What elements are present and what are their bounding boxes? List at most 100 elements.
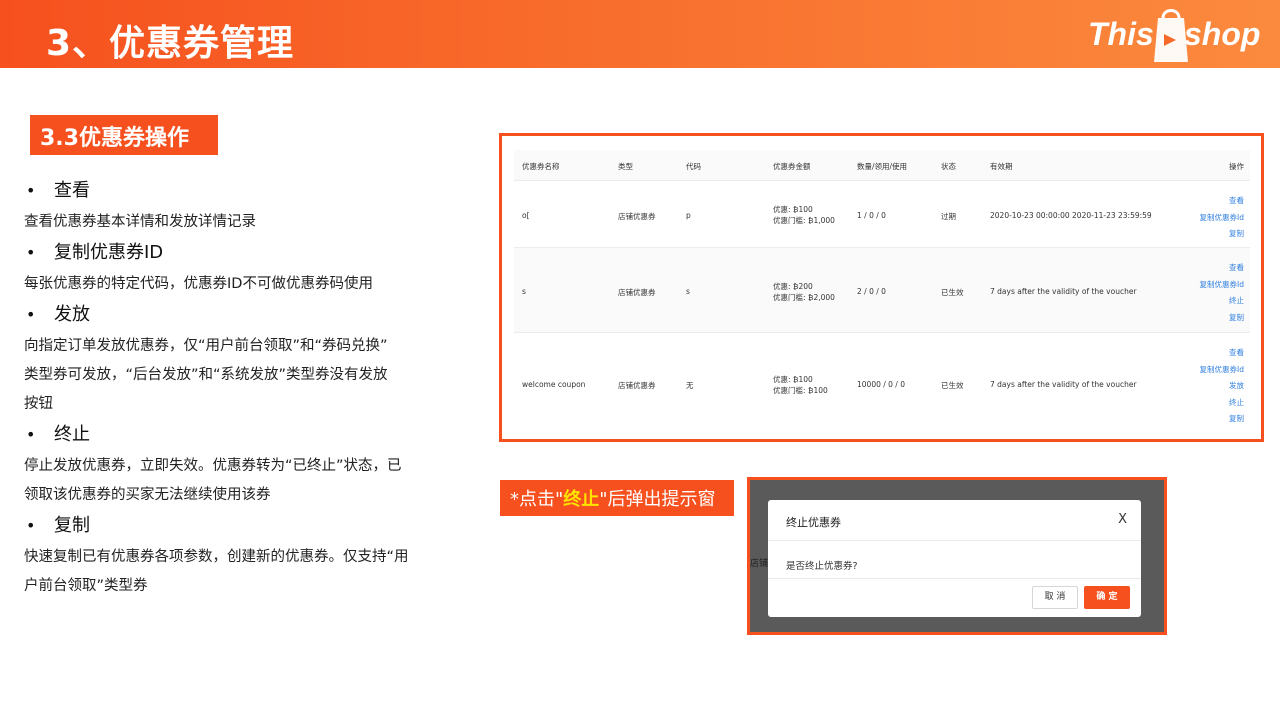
- operation-desc: 每张优惠券的特定代码，优惠券ID不可做优惠券码使用: [24, 276, 373, 292]
- bullet: •: [26, 305, 36, 324]
- amount-threshold: 优惠门槛: ₿1,000: [773, 216, 835, 225]
- cell-status: 过期: [941, 212, 956, 221]
- amount-discount: 优惠: ₿100: [773, 375, 813, 384]
- action-issue-link[interactable]: 发放: [1200, 378, 1244, 395]
- operation-item: • 复制优惠券ID 每张优惠券的特定代码，优惠券ID不可做优惠券码使用: [24, 240, 480, 299]
- bullet: •: [26, 243, 36, 262]
- confirm-button[interactable]: 确 定: [1084, 586, 1130, 609]
- action-copy-id-link[interactable]: 复制优惠券Id: [1200, 362, 1244, 379]
- action-duplicate-link[interactable]: 复制: [1200, 411, 1244, 428]
- desc-line: 快速复制已有优惠券各项参数，创建新的优惠券。仅支持“用: [24, 549, 409, 565]
- logo-text-shop: shop: [1184, 16, 1261, 52]
- cancel-button[interactable]: 取 消: [1032, 586, 1078, 609]
- amount-discount: 优惠: ₿200: [773, 282, 813, 291]
- cell-qty: 1 / 0 / 0: [857, 211, 886, 220]
- cell-qty: 10000 / 0 / 0: [857, 380, 905, 389]
- background-text: 店铺: [750, 559, 769, 569]
- cell-validity: 7 days after the validity of the voucher: [990, 380, 1137, 389]
- dialog-message: 是否终止优惠券?: [786, 561, 858, 572]
- dialog-title: 终止优惠券: [786, 516, 841, 529]
- action-duplicate-link[interactable]: 复制: [1200, 310, 1244, 327]
- bullet: •: [26, 181, 36, 200]
- table-header: 优惠券名称 类型 代码 优惠券金额 数量/领用/使用 状态 有效期 操作: [514, 150, 1250, 180]
- action-view-link[interactable]: 查看: [1200, 193, 1244, 210]
- cell-name: o[: [522, 211, 530, 220]
- col-header-qty: 数量/领用/使用: [857, 162, 908, 171]
- col-header-status: 状态: [941, 162, 956, 171]
- close-icon[interactable]: X: [1118, 512, 1127, 527]
- operation-desc: 快速复制已有优惠券各项参数，创建新的优惠券。仅支持“用 户前台领取”类型券: [24, 543, 480, 601]
- cell-type: 店铺优惠券: [618, 212, 656, 221]
- action-copy-id-link[interactable]: 复制优惠券Id: [1200, 210, 1244, 227]
- amount-threshold: 优惠门槛: ₿100: [773, 386, 828, 395]
- desc-line: 向指定订单发放优惠券，仅“用户前台领取”和“券码兑换”: [24, 338, 388, 354]
- desc-line: 类型券可发放，“后台发放”和“系统发放”类型券没有发放: [24, 367, 388, 383]
- logo-text-this: This: [1088, 16, 1154, 52]
- coupon-table: 优惠券名称 类型 代码 优惠券金额 数量/领用/使用 状态 有效期 操作 o[ …: [514, 150, 1250, 434]
- divider: [768, 540, 1141, 541]
- col-header-amount: 优惠券金额: [773, 162, 811, 171]
- cell-code: s: [686, 287, 690, 296]
- cell-code: 无: [686, 381, 694, 390]
- operation-title: 终止: [54, 424, 90, 445]
- cell-actions: 查看 复制优惠券Id 复制: [1200, 193, 1244, 243]
- cell-actions: 查看 复制优惠券Id 终止 复制: [1200, 260, 1244, 326]
- section-tag: 3.3优惠券操作: [30, 115, 218, 155]
- action-view-link[interactable]: 查看: [1200, 260, 1244, 277]
- action-duplicate-link[interactable]: 复制: [1200, 226, 1244, 243]
- cell-name: welcome coupon: [522, 380, 586, 389]
- note-label: *点击"终止"后弹出提示窗: [500, 480, 734, 516]
- operation-title: 发放: [54, 304, 90, 325]
- col-header-code: 代码: [686, 162, 701, 171]
- col-header-name: 优惠券名称: [522, 162, 560, 171]
- operation-item: • 查看 查看优惠券基本详情和发放详情记录: [24, 178, 480, 237]
- desc-line: 按钮: [24, 396, 53, 412]
- cell-amount: 优惠: ₿100 优惠门槛: ₿100: [773, 374, 828, 396]
- action-view-link[interactable]: 查看: [1200, 345, 1244, 362]
- cell-amount: 优惠: ₿200 优惠门槛: ₿2,000: [773, 281, 835, 303]
- cell-type: 店铺优惠券: [618, 381, 656, 390]
- action-copy-id-link[interactable]: 复制优惠券Id: [1200, 277, 1244, 294]
- operation-item: • 终止 停止发放优惠券，立即失效。优惠券转为“已终止”状态，已 领取该优惠券的买…: [24, 422, 480, 510]
- table-row: welcome coupon 店铺优惠券 无 优惠: ₿100 优惠门槛: ₿1…: [514, 332, 1250, 434]
- operation-item: • 复制 快速复制已有优惠券各项参数，创建新的优惠券。仅支持“用 户前台领取”类型…: [24, 513, 480, 601]
- cell-actions: 查看 复制优惠券Id 发放 终止 复制: [1200, 345, 1244, 428]
- table-row: s 店铺优惠券 s 优惠: ₿200 优惠门槛: ₿2,000 2 / 0 / …: [514, 247, 1250, 332]
- col-header-validity: 有效期: [990, 162, 1013, 171]
- operation-title: 复制优惠券ID: [54, 242, 164, 263]
- bullet: •: [26, 425, 36, 444]
- cell-validity: 7 days after the validity of the voucher: [990, 287, 1137, 296]
- col-header-actions: 操作: [1229, 162, 1244, 171]
- operations-list: • 查看 查看优惠券基本详情和发放详情记录 • 复制优惠券ID 每张优惠券的特定代码…: [24, 178, 480, 604]
- note-suffix: "后弹出提示窗: [599, 489, 716, 510]
- cell-name: s: [522, 287, 526, 296]
- cell-amount: 优惠: ₿100 优惠门槛: ₿1,000: [773, 204, 835, 226]
- bullet: •: [26, 516, 36, 535]
- cell-validity: 2020-10-23 00:00:00 2020-11-23 23:59:59: [990, 211, 1152, 220]
- table-row: o[ 店铺优惠券 p 优惠: ₿100 优惠门槛: ₿1,000 1 / 0 /…: [514, 180, 1250, 247]
- operation-desc: 查看优惠券基本详情和发放详情记录: [24, 214, 256, 230]
- amount-discount: 优惠: ₿100: [773, 205, 813, 214]
- col-header-type: 类型: [618, 162, 633, 171]
- operation-desc: 向指定订单发放优惠券，仅“用户前台领取”和“券码兑换” 类型券可发放，“后台发放…: [24, 332, 480, 419]
- operation-item: • 发放 向指定订单发放优惠券，仅“用户前台领取”和“券码兑换” 类型券可发放，“…: [24, 302, 480, 419]
- action-terminate-link[interactable]: 终止: [1200, 395, 1244, 412]
- desc-line: 户前台领取”类型券: [24, 578, 148, 594]
- note-highlight: 终止: [563, 489, 600, 510]
- terminate-modal-screenshot: 店铺 终止优惠券 X 是否终止优惠券? 取 消 确 定: [747, 477, 1167, 635]
- cell-type: 店铺优惠券: [618, 288, 656, 297]
- operation-title: 复制: [54, 515, 90, 536]
- amount-threshold: 优惠门槛: ₿2,000: [773, 293, 835, 302]
- action-terminate-link[interactable]: 终止: [1200, 293, 1244, 310]
- desc-line: 领取该优惠券的买家无法继续使用该券: [24, 487, 271, 503]
- cell-code: p: [686, 211, 691, 220]
- cell-status: 已生效: [941, 381, 964, 390]
- header-bar: 3、优惠券管理 This shop: [0, 0, 1280, 68]
- divider: [768, 578, 1141, 579]
- note-prefix: *点击": [510, 489, 564, 510]
- terminate-coupon-dialog: 终止优惠券 X 是否终止优惠券? 取 消 确 定: [768, 500, 1141, 617]
- desc-line: 停止发放优惠券，立即失效。优惠券转为“已终止”状态，已: [24, 458, 402, 474]
- cell-qty: 2 / 0 / 0: [857, 287, 886, 296]
- operation-desc: 停止发放优惠券，立即失效。优惠券转为“已终止”状态，已 领取该优惠券的买家无法继…: [24, 452, 480, 510]
- operation-title: 查看: [54, 180, 90, 201]
